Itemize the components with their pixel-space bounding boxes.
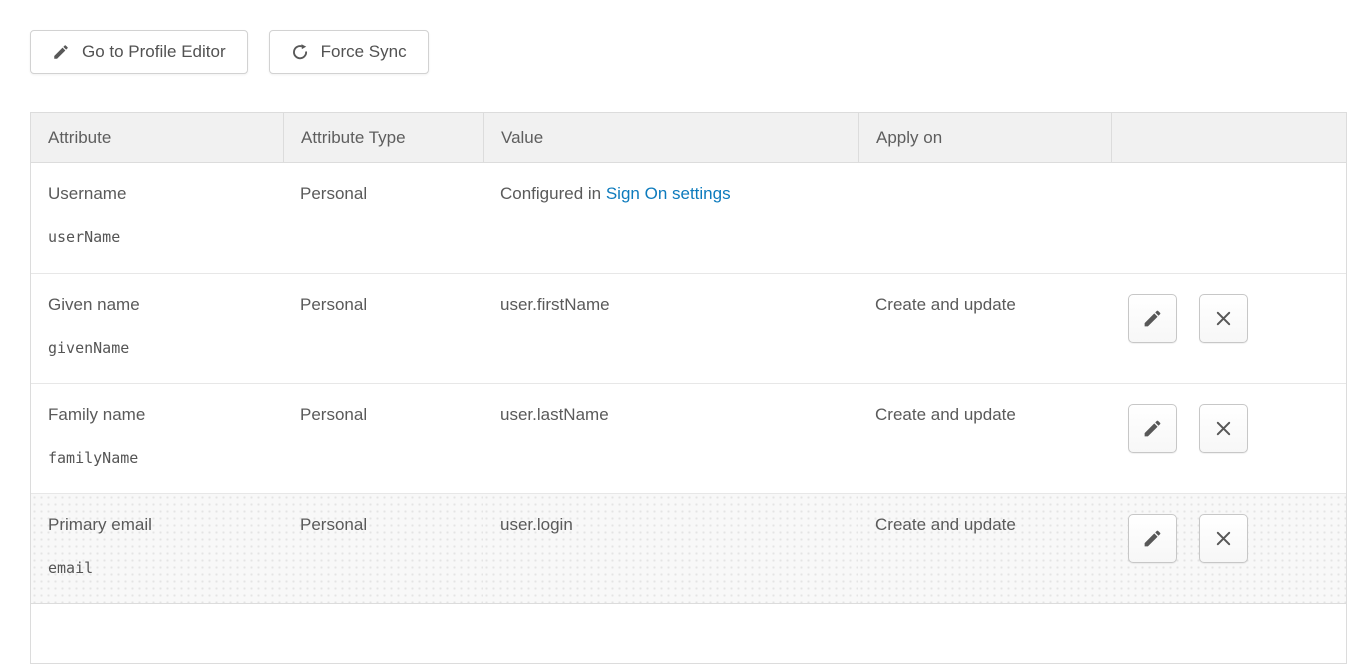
force-sync-button[interactable]: Force Sync — [269, 30, 429, 74]
attribute-type: Personal — [300, 295, 367, 314]
toolbar: Go to Profile Editor Force Sync — [30, 30, 1345, 74]
value-text: user.login — [500, 515, 573, 534]
table-header: Attribute Attribute Type Value Apply on — [31, 113, 1346, 163]
remove-attribute-button[interactable] — [1199, 514, 1248, 563]
apply-on-value: Create and update — [875, 515, 1016, 534]
table-row-username: Username userName Personal Configured in… — [31, 163, 1346, 273]
table-row-primary-email: Primary email email Personal user.login … — [31, 493, 1346, 603]
attribute-name: Family name — [48, 405, 266, 425]
close-icon — [1213, 418, 1234, 439]
value-text: Configured in — [500, 184, 606, 203]
provisioning-attributes-page: Go to Profile Editor Force Sync Attribut… — [0, 0, 1370, 664]
attribute-name: Given name — [48, 295, 266, 315]
apply-on-value: Create and update — [875, 295, 1016, 314]
column-header-value: Value — [483, 113, 858, 163]
table-row-partial — [31, 603, 1346, 663]
value-text: user.firstName — [500, 295, 610, 314]
attribute-key: userName — [48, 228, 266, 246]
attribute-key: givenName — [48, 339, 266, 357]
table-row-given-name: Given name givenName Personal user.first… — [31, 273, 1346, 383]
attribute-name: Primary email — [48, 515, 266, 535]
column-header-apply-on: Apply on — [858, 113, 1111, 163]
go-to-profile-editor-label: Go to Profile Editor — [82, 42, 226, 62]
edit-attribute-button[interactable] — [1128, 294, 1177, 343]
apply-on-value: Create and update — [875, 405, 1016, 424]
go-to-profile-editor-button[interactable]: Go to Profile Editor — [30, 30, 248, 74]
column-header-attribute-type: Attribute Type — [283, 113, 483, 163]
column-header-attribute: Attribute — [31, 113, 283, 163]
pencil-icon — [52, 43, 70, 61]
pencil-icon — [1142, 418, 1163, 439]
table-row-family-name: Family name familyName Personal user.las… — [31, 383, 1346, 493]
pencil-icon — [1142, 308, 1163, 329]
column-header-actions — [1111, 113, 1346, 163]
edit-attribute-button[interactable] — [1128, 514, 1177, 563]
remove-attribute-button[interactable] — [1199, 404, 1248, 453]
remove-attribute-button[interactable] — [1199, 294, 1248, 343]
value-text: user.lastName — [500, 405, 609, 424]
attribute-name: Username — [48, 184, 266, 204]
sign-on-settings-link[interactable]: Sign On settings — [606, 184, 731, 203]
attribute-mappings-table: Attribute Attribute Type Value Apply on … — [30, 112, 1347, 664]
attribute-type: Personal — [300, 405, 367, 424]
edit-attribute-button[interactable] — [1128, 404, 1177, 453]
refresh-icon — [291, 43, 309, 61]
force-sync-label: Force Sync — [321, 42, 407, 62]
attribute-type: Personal — [300, 515, 367, 534]
attribute-type: Personal — [300, 184, 367, 203]
close-icon — [1213, 308, 1234, 329]
close-icon — [1213, 528, 1234, 549]
attribute-key: familyName — [48, 449, 266, 467]
attribute-key: email — [48, 559, 266, 577]
pencil-icon — [1142, 528, 1163, 549]
